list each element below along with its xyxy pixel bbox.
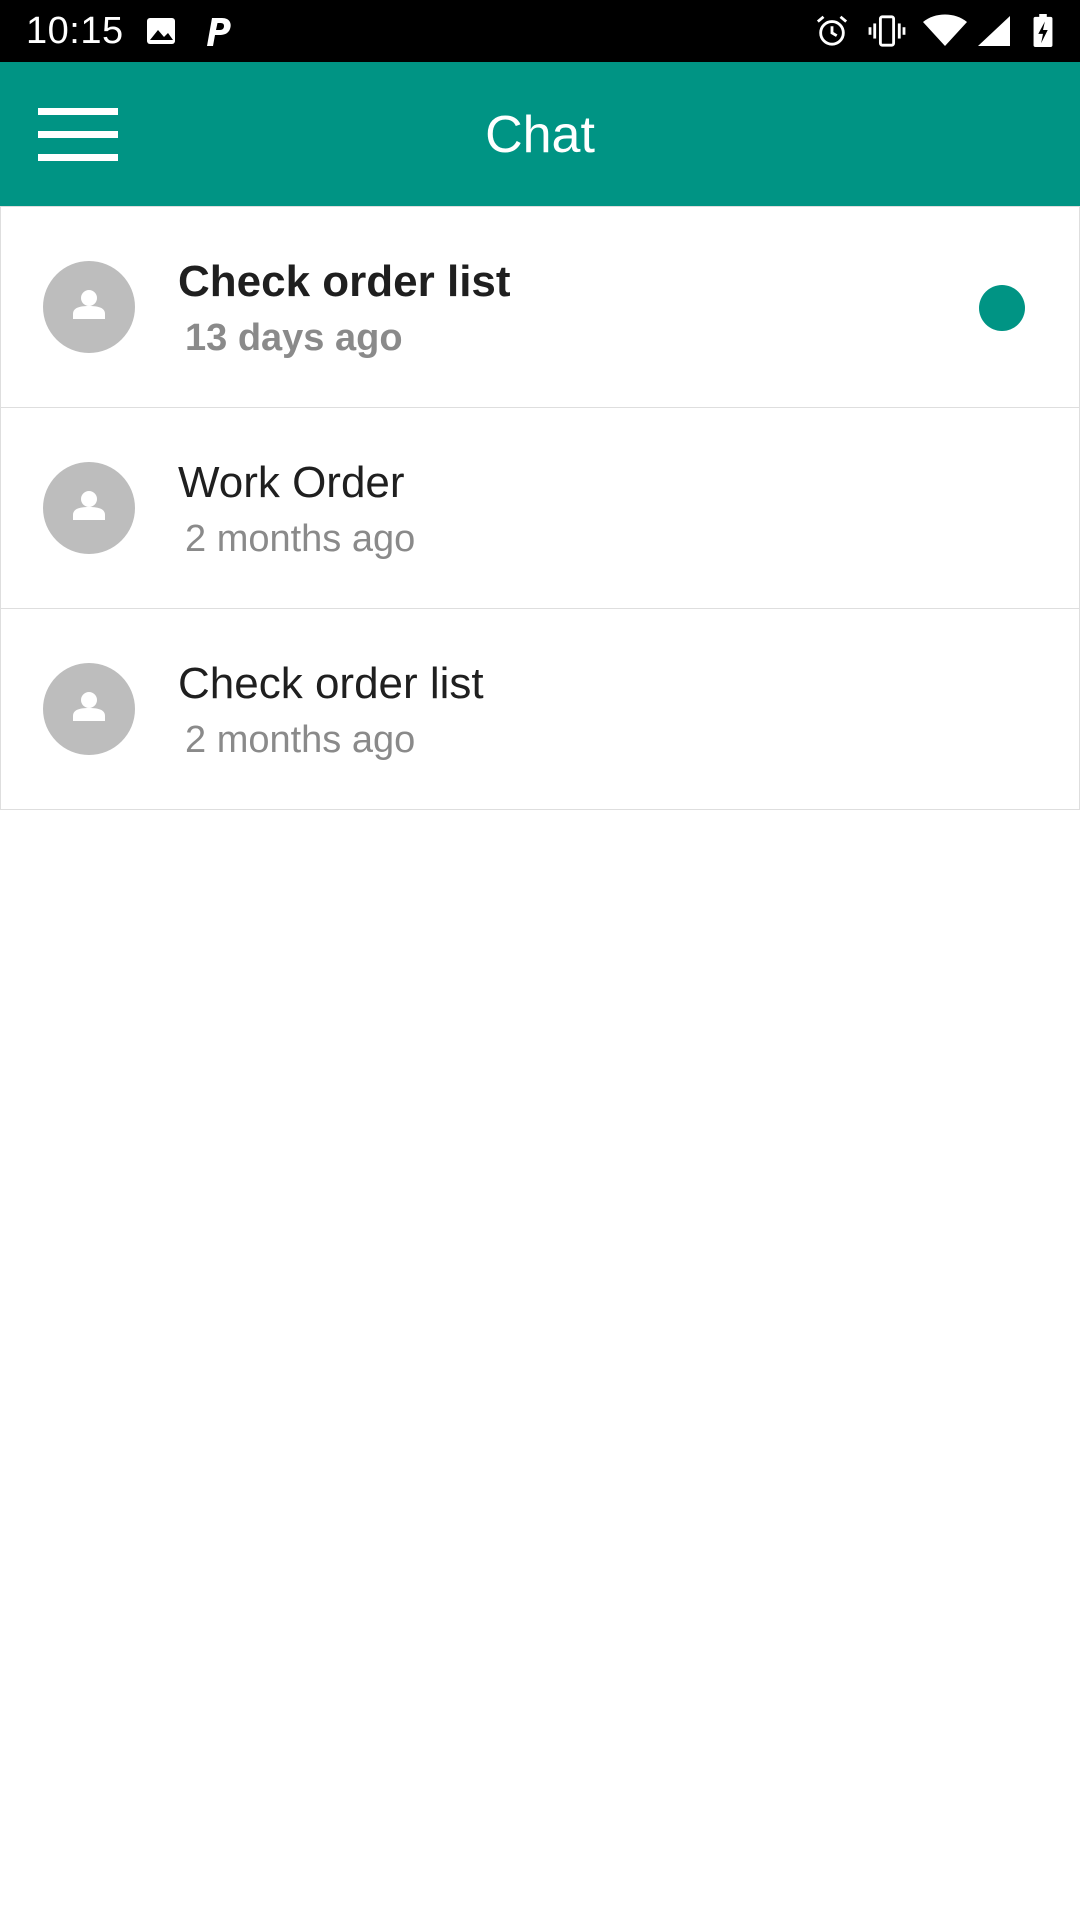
person-icon	[73, 290, 105, 319]
chat-list-item[interactable]: Work Order 2 months ago	[0, 407, 1080, 609]
avatar	[43, 261, 135, 353]
chat-timestamp: 2 months ago	[185, 719, 416, 761]
alarm-icon	[816, 15, 848, 46]
chat-list-item[interactable]: Check order list 13 days ago	[0, 206, 1080, 408]
vibrate-icon	[868, 15, 906, 47]
image-icon	[147, 18, 175, 44]
chat-timestamp: 2 months ago	[185, 518, 416, 560]
avatar	[43, 663, 135, 755]
person-icon	[73, 692, 105, 721]
chat-timestamp: 13 days ago	[185, 317, 403, 359]
avatar	[43, 462, 135, 554]
status-bar: 10:15	[0, 0, 1080, 62]
chat-list-item[interactable]: Check order list 2 months ago	[0, 608, 1080, 810]
person-icon	[73, 491, 105, 520]
signal-icon	[978, 16, 1010, 46]
p-app-icon	[207, 18, 231, 46]
wifi-icon	[923, 14, 967, 46]
status-time: 10:15	[26, 10, 124, 52]
chat-title: Check order list	[178, 659, 484, 708]
chat-title: Check order list	[178, 257, 511, 306]
page-title: Chat	[485, 106, 595, 164]
chat-title: Work Order	[178, 458, 405, 507]
unread-indicator	[979, 285, 1025, 331]
battery-charging-icon	[1033, 14, 1053, 48]
